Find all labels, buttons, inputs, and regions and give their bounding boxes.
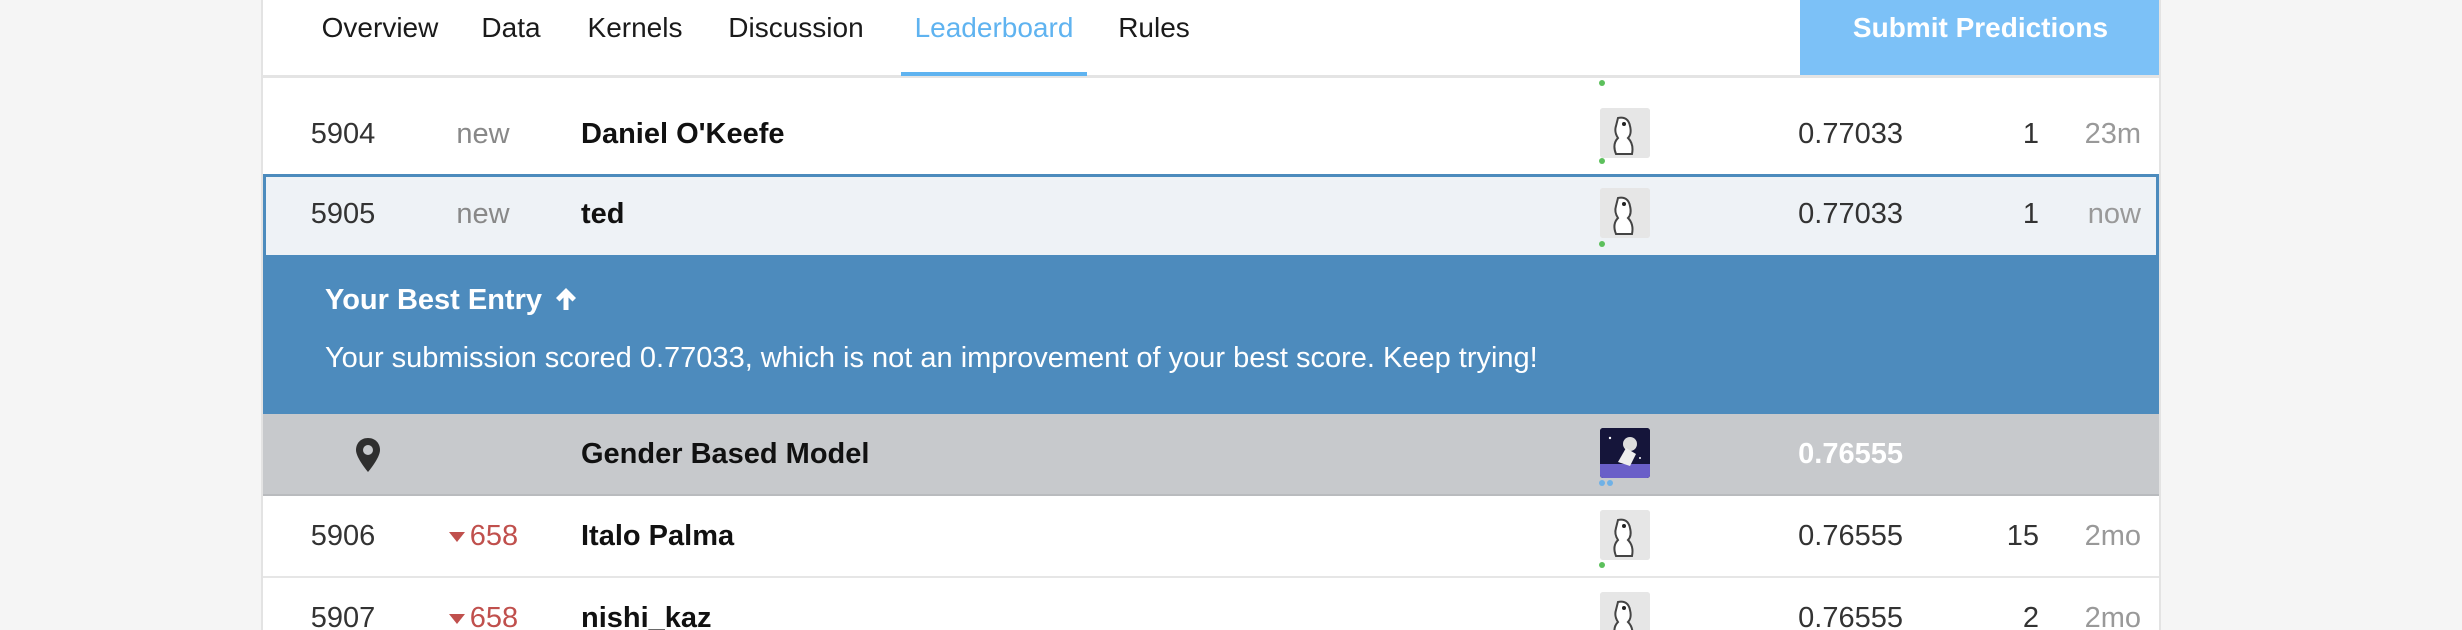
last-submission: 23m	[2084, 118, 2141, 150]
benchmark-name[interactable]: Gender Based Model	[581, 414, 869, 494]
tab-bar: Overview Data Kernels Discussion Leaderb…	[263, 0, 2159, 78]
tab-leaderboard[interactable]: Leaderboard	[901, 0, 1087, 76]
caret-down-icon	[448, 532, 465, 542]
team-avatar[interactable]	[1600, 592, 1650, 630]
score: 0.76555	[1798, 602, 1903, 630]
entries-count: 15	[2006, 520, 2039, 552]
entries-count: 1	[2022, 118, 2039, 150]
last-submission: 2mo	[2084, 602, 2141, 630]
online-indicator	[1599, 241, 1605, 247]
benchmark-avatar[interactable]	[1600, 428, 1650, 478]
rank-change: new	[456, 118, 510, 150]
tab-rules[interactable]: Rules	[1115, 0, 1193, 76]
entries-count: 1	[2022, 198, 2039, 230]
team-name[interactable]: Italo Palma	[581, 496, 734, 576]
arrow-up-icon	[556, 288, 577, 310]
map-pin-icon	[356, 438, 380, 472]
tab-kernels[interactable]: Kernels	[583, 0, 687, 76]
status-dot	[1599, 480, 1605, 486]
tab-overview[interactable]: Overview	[315, 0, 445, 76]
score: 0.77033	[1798, 118, 1903, 150]
leaderboard-row[interactable]: 5907 658 nishi_kaz 0.76555 2 2mo	[263, 578, 2159, 630]
rank-change: new	[456, 198, 510, 230]
score: 0.77033	[1798, 198, 1903, 230]
benchmark-row[interactable]: Gender Based Model 0.76555	[263, 414, 2159, 496]
score: 0.76555	[1798, 520, 1903, 552]
tab-data[interactable]: Data	[477, 0, 545, 76]
my-leaderboard-row[interactable]: 5905 new ted 0.77033 1 now	[263, 174, 2159, 258]
leaderboard-panel: Overview Data Kernels Discussion Leaderb…	[261, 0, 2161, 630]
benchmark-score: 0.76555	[1798, 438, 1903, 470]
status-dot	[1607, 480, 1613, 486]
rank: 5907	[310, 602, 376, 630]
team-name[interactable]: nishi_kaz	[581, 578, 712, 630]
best-entry-message: Your submission scored 0.77033, which is…	[325, 342, 1538, 374]
rank-change: 658	[423, 578, 543, 630]
last-submission: now	[2087, 198, 2141, 230]
team-avatar[interactable]	[1600, 510, 1650, 560]
rank: 5905	[310, 198, 376, 230]
team-avatar[interactable]	[1600, 108, 1650, 158]
leaderboard-row[interactable]: 5904 new Daniel O'Keefe 0.77033 1 23m	[263, 94, 2159, 176]
rank: 5904	[310, 118, 376, 150]
online-indicator	[1599, 562, 1605, 568]
online-indicator	[1599, 158, 1605, 164]
best-entry-title: Your Best Entry	[325, 284, 578, 317]
rank: 5906	[310, 520, 376, 552]
online-indicator	[1599, 80, 1605, 86]
team-name[interactable]: Daniel O'Keefe	[581, 94, 785, 174]
last-submission: 2mo	[2084, 520, 2141, 552]
submit-predictions-button[interactable]: Submit Predictions	[1800, 0, 2159, 75]
team-name[interactable]: ted	[581, 174, 625, 254]
tab-discussion[interactable]: Discussion	[723, 0, 869, 76]
team-avatar[interactable]	[1600, 188, 1650, 238]
entries-count: 2	[2022, 602, 2039, 630]
caret-down-icon	[448, 614, 465, 624]
leaderboard-row[interactable]: 5906 658 Italo Palma 0.76555 15 2mo	[263, 496, 2159, 578]
best-entry-banner: Your Best Entry Your submission scored 0…	[263, 256, 2159, 414]
rank-change: 658	[423, 496, 543, 576]
